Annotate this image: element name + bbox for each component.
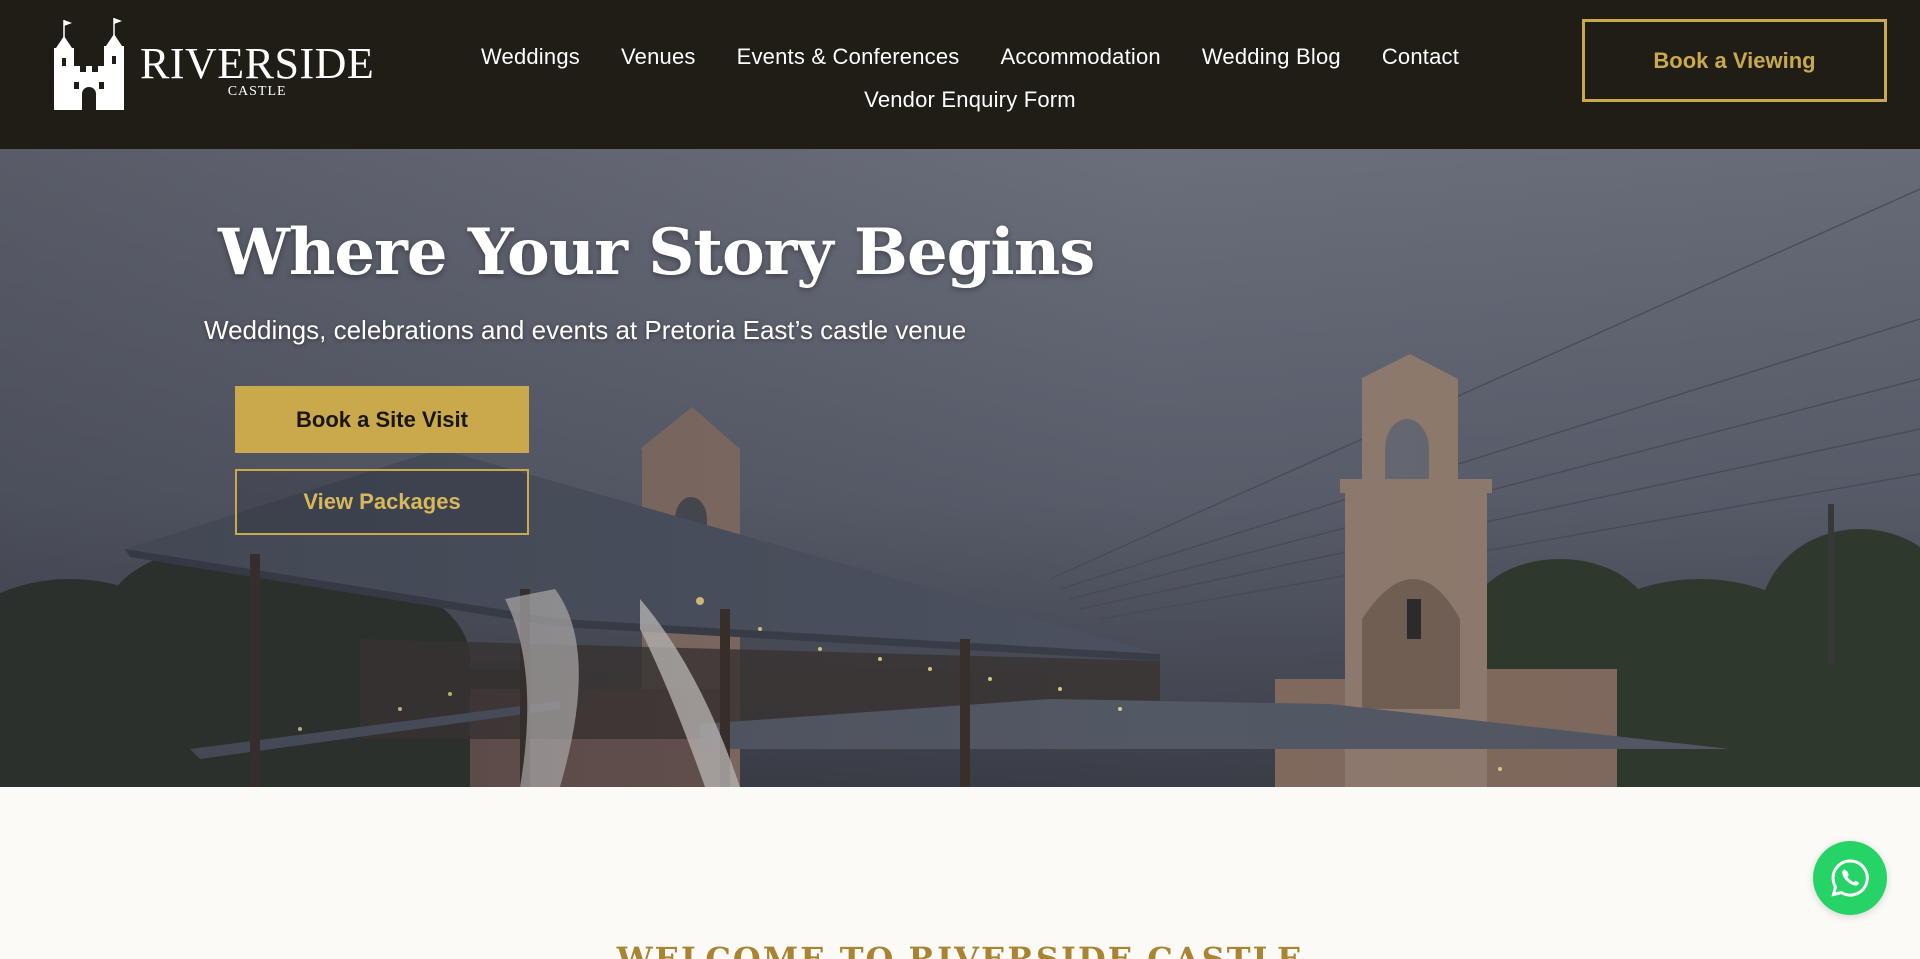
nav-item-wedding-blog[interactable]: Wedding Blog [1202,44,1341,70]
book-site-visit-button[interactable]: Book a Site Visit [235,386,529,453]
nav-row-secondary: Vendor Enquiry Form [470,87,1470,113]
main-navigation: Weddings Venues Events & Conferences Acc… [470,44,1470,113]
book-viewing-button[interactable]: Book a Viewing [1582,19,1887,102]
nav-item-accommodation[interactable]: Accommodation [1001,44,1161,70]
logo-name: RIVERSIDE [140,39,375,88]
nav-item-vendor-enquiry-form[interactable]: Vendor Enquiry Form [864,87,1076,113]
hero-subtitle: Weddings, celebrations and events at Pre… [204,315,967,345]
logo-wordmark: RIVERSIDE CASTLE [140,39,375,100]
site-header: RIVERSIDE CASTLE Weddings Venues Events … [0,0,1920,149]
nav-item-venues[interactable]: Venues [621,44,696,70]
hero-section: Where Your Story Begins Weddings, celebr… [0,149,1920,787]
welcome-heading: WELCOME TO RIVERSIDE CASTLE [616,940,1304,959]
castle-icon [54,18,124,110]
view-packages-button[interactable]: View Packages [235,469,529,535]
whatsapp-icon [1831,859,1869,897]
whatsapp-chat-button[interactable] [1813,841,1887,915]
hero-title: Where Your Story Begins [218,215,1095,290]
nav-item-events-conferences[interactable]: Events & Conferences [737,44,960,70]
site-logo[interactable]: RIVERSIDE CASTLE [50,18,374,110]
nav-row-primary: Weddings Venues Events & Conferences Acc… [470,44,1470,70]
nav-item-weddings[interactable]: Weddings [481,44,580,70]
nav-item-contact[interactable]: Contact [1382,44,1459,70]
